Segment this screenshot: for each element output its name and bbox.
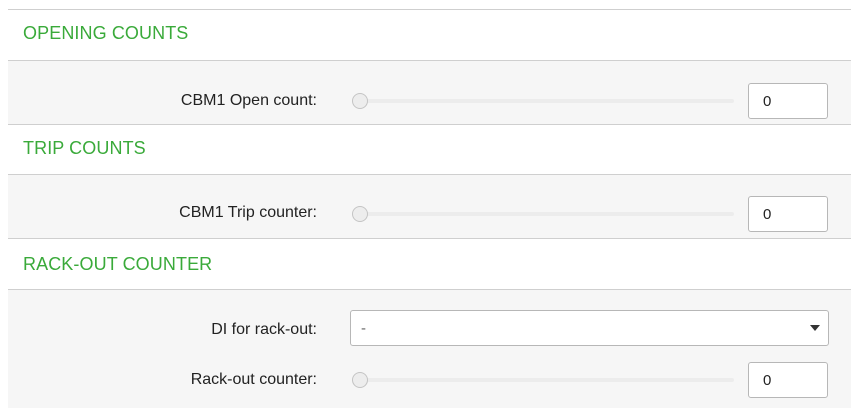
di-for-rack-out-select-value: - <box>361 320 366 337</box>
cbm1-open-count-input[interactable]: 0 <box>748 83 828 119</box>
cbm1-open-count-slider-handle[interactable] <box>352 93 368 109</box>
divider <box>8 9 851 10</box>
section-title-trip-counts: TRIP COUNTS <box>23 138 146 158</box>
rack-out-counter-input[interactable]: 0 <box>748 362 828 398</box>
di-for-rack-out-label: DI for rack-out: <box>211 321 317 338</box>
chevron-down-icon <box>810 325 820 331</box>
cbm1-trip-counter-slider-handle[interactable] <box>352 206 368 222</box>
rack-out-counter-slider-handle[interactable] <box>352 372 368 388</box>
section-title-opening-counts: OPENING COUNTS <box>23 23 189 43</box>
section-title-rack-out-counter: RACK-OUT COUNTER <box>23 254 213 274</box>
cbm1-open-count-label: CBM1 Open count: <box>180 92 317 109</box>
cbm1-trip-counter-slider-track[interactable] <box>354 212 734 216</box>
di-for-rack-out-select[interactable]: - <box>350 310 829 346</box>
rack-out-counter-label: Rack-out counter: <box>190 371 317 388</box>
divider <box>8 124 851 125</box>
rack-out-counter-slider-track[interactable] <box>354 378 734 382</box>
divider <box>8 238 851 239</box>
cbm1-trip-counter-label: CBM1 Trip counter: <box>179 204 317 221</box>
rack-out-counter-panel <box>8 290 851 408</box>
cbm1-open-count-slider-track[interactable] <box>354 99 734 103</box>
cbm1-trip-counter-input[interactable]: 0 <box>748 196 828 232</box>
